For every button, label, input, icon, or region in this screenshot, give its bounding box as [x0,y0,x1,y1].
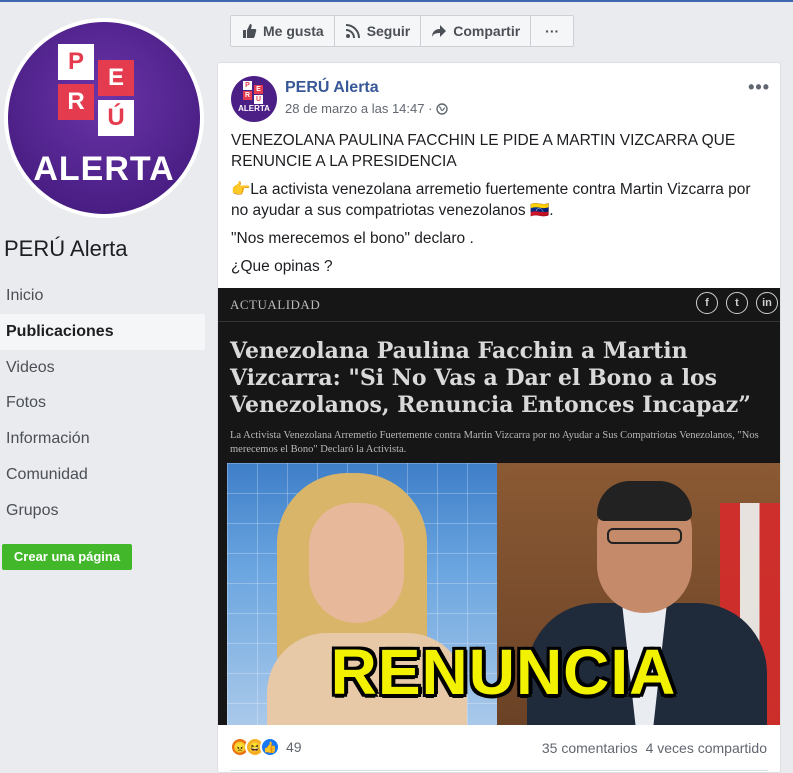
more-dots-icon: ··· [545,23,560,39]
comments-count[interactable]: 35 comentarios [542,740,638,756]
nav-item-informacion[interactable]: Información [0,421,205,457]
renuncia-banner: RENUNCIA [330,636,677,708]
twitter-icon: t [726,292,748,314]
nav-item-grupos[interactable]: Grupos [0,493,205,529]
reactions-count: 49 [286,739,302,755]
logo-word: ALERTA [33,150,175,188]
article-title: Venezolana Paulina Facchin a Martin Vizc… [230,338,751,418]
nav-item-fotos[interactable]: Fotos [0,385,205,421]
post-options-icon[interactable]: ••• [748,77,770,98]
profile-picture[interactable]: P E R Ú ALERTA [4,18,204,218]
post-timestamp[interactable]: 28 de marzo a las 14:47 · [285,101,432,116]
post-author[interactable]: PERÚ Alerta [285,79,379,97]
thumbs-up-icon [243,24,257,38]
share-arrow-icon [432,25,447,37]
rss-icon [345,24,360,39]
page-action-bar: Me gusta Seguir Compartir ··· [230,15,575,47]
post-card: P E R Ú ALERTA PERÚ Alerta 28 de marzo a… [217,62,781,773]
globe-icon [436,102,449,115]
post-headline: VENEZOLANA PAULINA FACCHIN LE PIDE A MAR… [231,132,736,170]
create-page-button[interactable]: Crear una página [2,544,132,570]
nav-item-videos[interactable]: Videos [0,350,205,386]
social-icons: f t in [696,292,778,314]
like-page-button[interactable]: Me gusta [231,16,335,46]
facebook-icon: f [696,292,718,314]
article-photo: RENUNCIA [227,463,780,725]
article-subtitle: La Activista Venezolana Arremetio Fuerte… [230,430,759,455]
shares-count[interactable]: 4 veces compartido [646,740,767,756]
page-nav: Inicio Publicaciones Videos Fotos Inform… [0,278,205,529]
nav-item-inicio[interactable]: Inicio [0,278,205,314]
follow-button[interactable]: Seguir [335,16,422,46]
logo-tile-u: Ú [98,100,134,136]
avatar-tile-e: E [254,85,263,94]
post-paragraph-1: 👉La activista venezolana arremetio fuert… [231,181,751,219]
reactions-summary[interactable]: 😠 😆 👍 49 [230,737,302,757]
post-paragraph-2: "Nos merecemos el bono" declaro . [231,230,474,247]
like-page-label: Me gusta [263,23,324,39]
share-label: Compartir [453,23,521,39]
follow-label: Seguir [366,23,411,39]
footer-divider [230,770,768,771]
avatar-logo-word: ALERTA [238,104,270,113]
left-sidebar: P E R Ú ALERTA PERÚ Alerta Inicio Public… [0,2,215,773]
avatar-tile-r: R [243,91,252,100]
linkedin-icon: in [756,292,778,314]
article-header: ACTUALIDAD f t in [218,288,780,322]
shared-image[interactable]: ACTUALIDAD f t in Venezolana Paulina Fac… [218,288,780,725]
share-button[interactable]: Compartir [421,16,532,46]
nav-item-comunidad[interactable]: Comunidad [0,457,205,493]
logo-tile-r: R [58,84,94,120]
avatar-tile-u: Ú [254,95,263,104]
nav-item-publicaciones[interactable]: Publicaciones [0,313,205,350]
engagement-counts: 35 comentarios 4 veces compartido [542,740,767,756]
post-avatar[interactable]: P E R Ú ALERTA [231,76,277,122]
article-category: ACTUALIDAD [230,297,321,312]
logo-tile-p: P [58,44,94,80]
post-meta: 28 de marzo a las 14:47 · [285,101,449,116]
like-icon: 👍 [260,737,280,757]
page-logo: P E R Ú ALERTA [8,22,200,214]
more-options-button[interactable]: ··· [531,16,573,46]
avatar-tile-p: P [243,81,252,90]
post-footer: 😠 😆 👍 49 35 comentarios 4 veces comparti… [218,735,780,761]
page-name[interactable]: PERÚ Alerta [4,236,128,262]
post-paragraph-3: ¿Que opinas ? [231,258,333,275]
logo-tile-e: E [98,60,134,96]
post-body: VENEZOLANA PAULINA FACCHIN LE PIDE A MAR… [231,130,771,284]
